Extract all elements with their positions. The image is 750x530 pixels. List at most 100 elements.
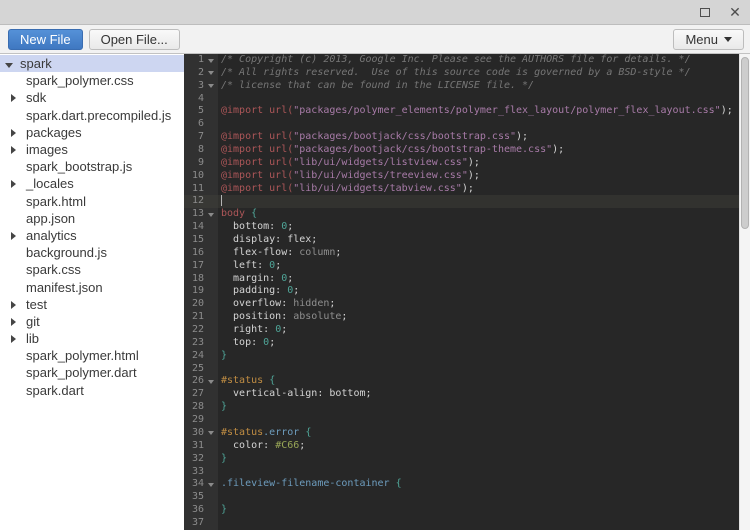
sidebar-folder-_locales[interactable]: _locales bbox=[0, 175, 184, 192]
gutter-cell: 11 bbox=[184, 182, 218, 196]
code-line-23[interactable]: 23 top: 0; bbox=[184, 336, 739, 350]
code-line-22[interactable]: 22 right: 0; bbox=[184, 324, 739, 337]
code-line-9[interactable]: 9 @import url("lib/ui/widgets/listview.cs… bbox=[184, 156, 739, 170]
folder-expand-arrow-icon[interactable] bbox=[11, 90, 21, 105]
sidebar-file-spark.css[interactable]: spark.css bbox=[0, 261, 184, 278]
code-text: } bbox=[221, 504, 228, 516]
new-file-button[interactable]: New File bbox=[8, 28, 83, 50]
code-line-4[interactable]: 4 bbox=[184, 92, 739, 106]
tree-item-label: spark.dart bbox=[26, 382, 84, 398]
maximize-button[interactable] bbox=[690, 0, 720, 24]
folder-expand-arrow-icon[interactable] bbox=[11, 125, 21, 140]
code-line-3[interactable]: 3 /* license that can be found in the LIC… bbox=[184, 79, 739, 93]
code-line-7[interactable]: 7 @import url("packages/bootjack/css/boot… bbox=[184, 131, 739, 145]
fold-arrow-icon[interactable] bbox=[204, 80, 217, 93]
folder-expand-arrow-icon[interactable] bbox=[11, 314, 21, 329]
editor-scrollbar[interactable] bbox=[739, 54, 750, 530]
code-line-34[interactable]: 34 .fileview-filename-container { bbox=[184, 478, 739, 492]
code-line-2[interactable]: 2 /* All rights reserved. Use of this sou… bbox=[184, 66, 739, 80]
code-text: #status { bbox=[221, 375, 276, 387]
sidebar-folder-packages[interactable]: packages bbox=[0, 124, 184, 141]
sidebar-folder-images[interactable]: images bbox=[0, 141, 184, 158]
main-content: spark spark_polymer.css sdk spark.dart.prec… bbox=[0, 54, 750, 530]
folder-expand-arrow-icon[interactable] bbox=[11, 331, 21, 346]
code-line-8[interactable]: 8 @import url("packages/bootjack/css/boot… bbox=[184, 144, 739, 157]
close-button[interactable]: ✕ bbox=[720, 0, 750, 24]
scrollbar-thumb[interactable] bbox=[741, 57, 749, 229]
code-line-19[interactable]: 19 padding: 0; bbox=[184, 285, 739, 299]
sidebar-folder-sdk[interactable]: sdk bbox=[0, 89, 184, 106]
code-line-33[interactable]: 33 bbox=[184, 465, 739, 479]
folder-expand-arrow-icon[interactable] bbox=[11, 176, 21, 191]
code-line-6[interactable]: 6 bbox=[184, 118, 739, 132]
code-line-20[interactable]: 20 overflow: hidden; bbox=[184, 298, 739, 312]
code-line-13[interactable]: 13 body { bbox=[184, 208, 739, 222]
code-line-15[interactable]: 15 display: flex; bbox=[184, 234, 739, 247]
code-line-24[interactable]: 24} bbox=[184, 349, 739, 363]
code-text: right: 0; bbox=[221, 324, 288, 336]
open-file-button[interactable]: Open File... bbox=[88, 28, 180, 50]
code-line-26[interactable]: 26 #status { bbox=[184, 375, 739, 389]
sidebar-file-spark.html[interactable]: spark.html bbox=[0, 193, 184, 210]
line-number: 14 bbox=[191, 221, 204, 233]
code-line-36[interactable]: 36} bbox=[184, 504, 739, 517]
gutter-cell: 30 bbox=[184, 426, 218, 440]
sidebar-file-spark_bootstrap.js[interactable]: spark_bootstrap.js bbox=[0, 158, 184, 175]
sidebar-folder-analytics[interactable]: analytics bbox=[0, 227, 184, 244]
sidebar-folder-lib[interactable]: lib bbox=[0, 330, 184, 347]
sidebar-file-background.js[interactable]: background.js bbox=[0, 244, 184, 261]
code-line-28[interactable]: 28} bbox=[184, 401, 739, 415]
code-line-12[interactable]: 12 bbox=[184, 195, 739, 209]
sidebar-file-manifest.json[interactable]: manifest.json bbox=[0, 278, 184, 295]
code-line-25[interactable]: 25 bbox=[184, 362, 739, 376]
code-line-27[interactable]: 27 vertical-align: bottom; bbox=[184, 388, 739, 402]
sidebar-file-spark_polymer.html[interactable]: spark_polymer.html bbox=[0, 347, 184, 364]
gutter-cell: 34 bbox=[184, 478, 218, 492]
sidebar-file-app.json[interactable]: app.json bbox=[0, 210, 184, 227]
folder-collapse-arrow-icon[interactable] bbox=[5, 56, 15, 71]
code-line-35[interactable]: 35 bbox=[184, 491, 739, 505]
sidebar-file-spark.dart[interactable]: spark.dart bbox=[0, 382, 184, 399]
code-line-29[interactable]: 29 bbox=[184, 414, 739, 427]
code-text: @import url("packages/bootjack/css/boots… bbox=[221, 131, 529, 143]
sidebar-folder-test[interactable]: test bbox=[0, 296, 184, 313]
code-editor[interactable]: 1 /* Copyright (c) 2013, Google Inc. Plea… bbox=[184, 54, 739, 530]
code-line-30[interactable]: 30 #status.error { bbox=[184, 426, 739, 440]
menu-button[interactable]: Menu bbox=[673, 28, 744, 50]
fold-arrow-icon[interactable] bbox=[204, 478, 217, 491]
code-line-32[interactable]: 32} bbox=[184, 452, 739, 466]
sidebar-folder-git[interactable]: git bbox=[0, 313, 184, 330]
fold-arrow-icon[interactable] bbox=[204, 375, 217, 388]
sidebar-file-spark.dart.precompiled.js[interactable]: spark.dart.precompiled.js bbox=[0, 107, 184, 124]
folder-expand-arrow-icon[interactable] bbox=[11, 297, 21, 312]
code-line-17[interactable]: 17 left: 0; bbox=[184, 259, 739, 273]
sidebar-folder-spark[interactable]: spark bbox=[0, 55, 184, 73]
code-line-5[interactable]: 5 @import url("packages/polymer_elements/… bbox=[184, 105, 739, 119]
code-line-1[interactable]: 1 /* Copyright (c) 2013, Google Inc. Plea… bbox=[184, 54, 739, 67]
tree-item-label: spark_bootstrap.js bbox=[26, 159, 133, 175]
maximize-icon bbox=[700, 7, 710, 17]
code-line-37[interactable]: 37 bbox=[184, 516, 739, 530]
code-line-16[interactable]: 16 flex-flow: column; bbox=[184, 246, 739, 260]
gutter-cell: 13 bbox=[184, 208, 218, 222]
code-line-21[interactable]: 21 position: absolute; bbox=[184, 311, 739, 325]
gutter-cell: 23 bbox=[184, 336, 218, 350]
code-line-14[interactable]: 14 bottom: 0; bbox=[184, 221, 739, 235]
gutter-cell: 20 bbox=[184, 298, 218, 312]
code-line-11[interactable]: 11 @import url("lib/ui/widgets/tabview.cs… bbox=[184, 182, 739, 196]
fold-arrow-icon[interactable] bbox=[204, 54, 217, 67]
sidebar-file-spark_polymer.css[interactable]: spark_polymer.css bbox=[0, 72, 184, 89]
fold-arrow-icon[interactable] bbox=[204, 427, 217, 440]
code-line-31[interactable]: 31 color: #C66; bbox=[184, 439, 739, 453]
gutter-cell: 15 bbox=[184, 234, 218, 247]
folder-expand-arrow-icon[interactable] bbox=[11, 228, 21, 243]
code-line-18[interactable]: 18 margin: 0; bbox=[184, 272, 739, 286]
line-number: 1 bbox=[197, 54, 204, 65]
fold-arrow-icon[interactable] bbox=[204, 67, 217, 80]
fold-arrow-icon[interactable] bbox=[204, 208, 217, 221]
folder-expand-arrow-icon[interactable] bbox=[11, 142, 21, 157]
sidebar-file-spark_polymer.dart[interactable]: spark_polymer.dart bbox=[0, 364, 184, 381]
code-line-10[interactable]: 10 @import url("lib/ui/widgets/treeview.c… bbox=[184, 169, 739, 183]
